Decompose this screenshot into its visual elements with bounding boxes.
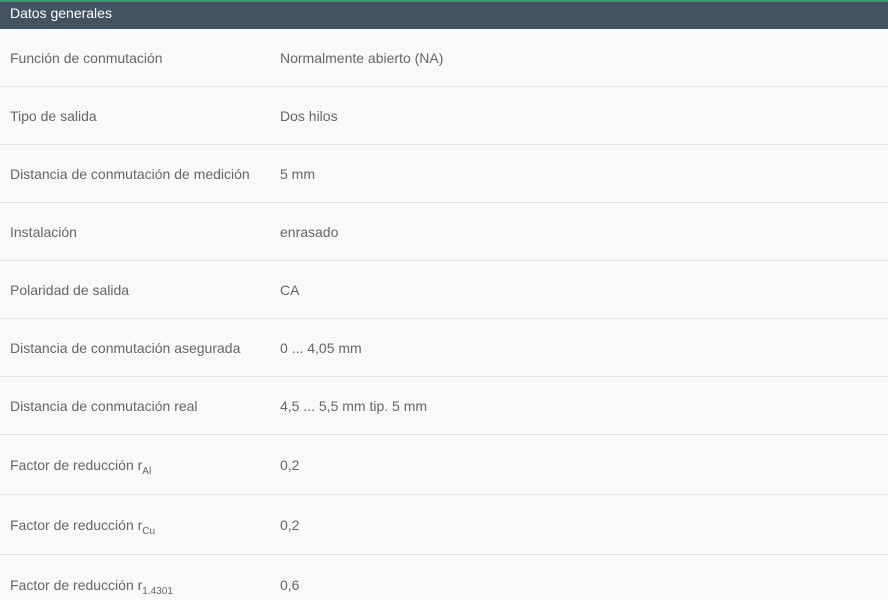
- section-title: Datos generales: [10, 5, 112, 21]
- spec-label-subscript: 1.4301: [142, 586, 173, 597]
- spec-value: enrasado: [280, 223, 339, 240]
- spec-label: Instalación: [10, 223, 77, 240]
- spec-value: 4,5 ... 5,5 mm tip. 5 mm: [280, 397, 428, 414]
- spec-label-subscript: Al: [142, 465, 152, 477]
- spec-value: 0,2: [280, 516, 300, 533]
- spec-label-text: Factor de reducción r: [10, 516, 143, 533]
- spec-label: Factor de reducción rCu: [0, 516, 280, 537]
- spec-value: 0,2: [280, 456, 300, 473]
- spec-row-assured-distance: Distancia de conmutación asegurada 0 ...…: [0, 319, 888, 377]
- spec-row-switching-function: Función de conmutación Normalmente abier…: [0, 29, 888, 87]
- spec-value: 5 mm: [280, 165, 315, 182]
- spec-row-real-distance: Distancia de conmutación real 4,5 ... 5,…: [0, 377, 888, 435]
- spec-row-reduction-al: Factor de reducción rAl 0,2: [0, 435, 888, 495]
- spec-row-output-polarity: Polaridad de salida CA: [0, 261, 888, 319]
- spec-row-output-type: Tipo de salida Dos hilos: [0, 87, 888, 145]
- spec-label: Distancia de conmutación real: [10, 397, 198, 414]
- section-header: Datos generales: [0, 0, 888, 29]
- spec-row-rated-distance: Distancia de conmutación de medición 5 m…: [0, 145, 888, 203]
- spec-row-installation: Instalación enrasado: [0, 203, 888, 261]
- spec-label: Factor de reducción rAl: [0, 456, 280, 477]
- spec-value: 0,6: [280, 577, 300, 593]
- spec-label: Distancia de conmutación asegurada: [10, 339, 241, 356]
- spec-label-text: Factor de reducción r: [10, 577, 143, 593]
- spec-table: Función de conmutación Normalmente abier…: [0, 29, 888, 600]
- spec-row-reduction-steel: Factor de reducción r1.4301 0,6: [0, 555, 888, 600]
- spec-value: Dos hilos: [280, 107, 338, 124]
- general-data-panel: Datos generales Función de conmutación N…: [0, 0, 888, 600]
- spec-label: Factor de reducción r1.4301: [0, 577, 280, 597]
- spec-value: CA: [280, 281, 300, 298]
- spec-label-subscript: Cu: [142, 525, 156, 537]
- spec-label: Tipo de salida: [10, 107, 97, 124]
- spec-label: Polaridad de salida: [10, 281, 130, 298]
- spec-value: Normalmente abierto (NA): [280, 49, 444, 66]
- spec-label: Función de conmutación: [10, 49, 163, 66]
- spec-row-reduction-cu: Factor de reducción rCu 0,2: [0, 495, 888, 555]
- spec-label-text: Factor de reducción r: [10, 456, 143, 473]
- spec-value: 0 ... 4,05 mm: [280, 339, 362, 356]
- spec-label: Distancia de conmutación de medición: [10, 165, 250, 182]
